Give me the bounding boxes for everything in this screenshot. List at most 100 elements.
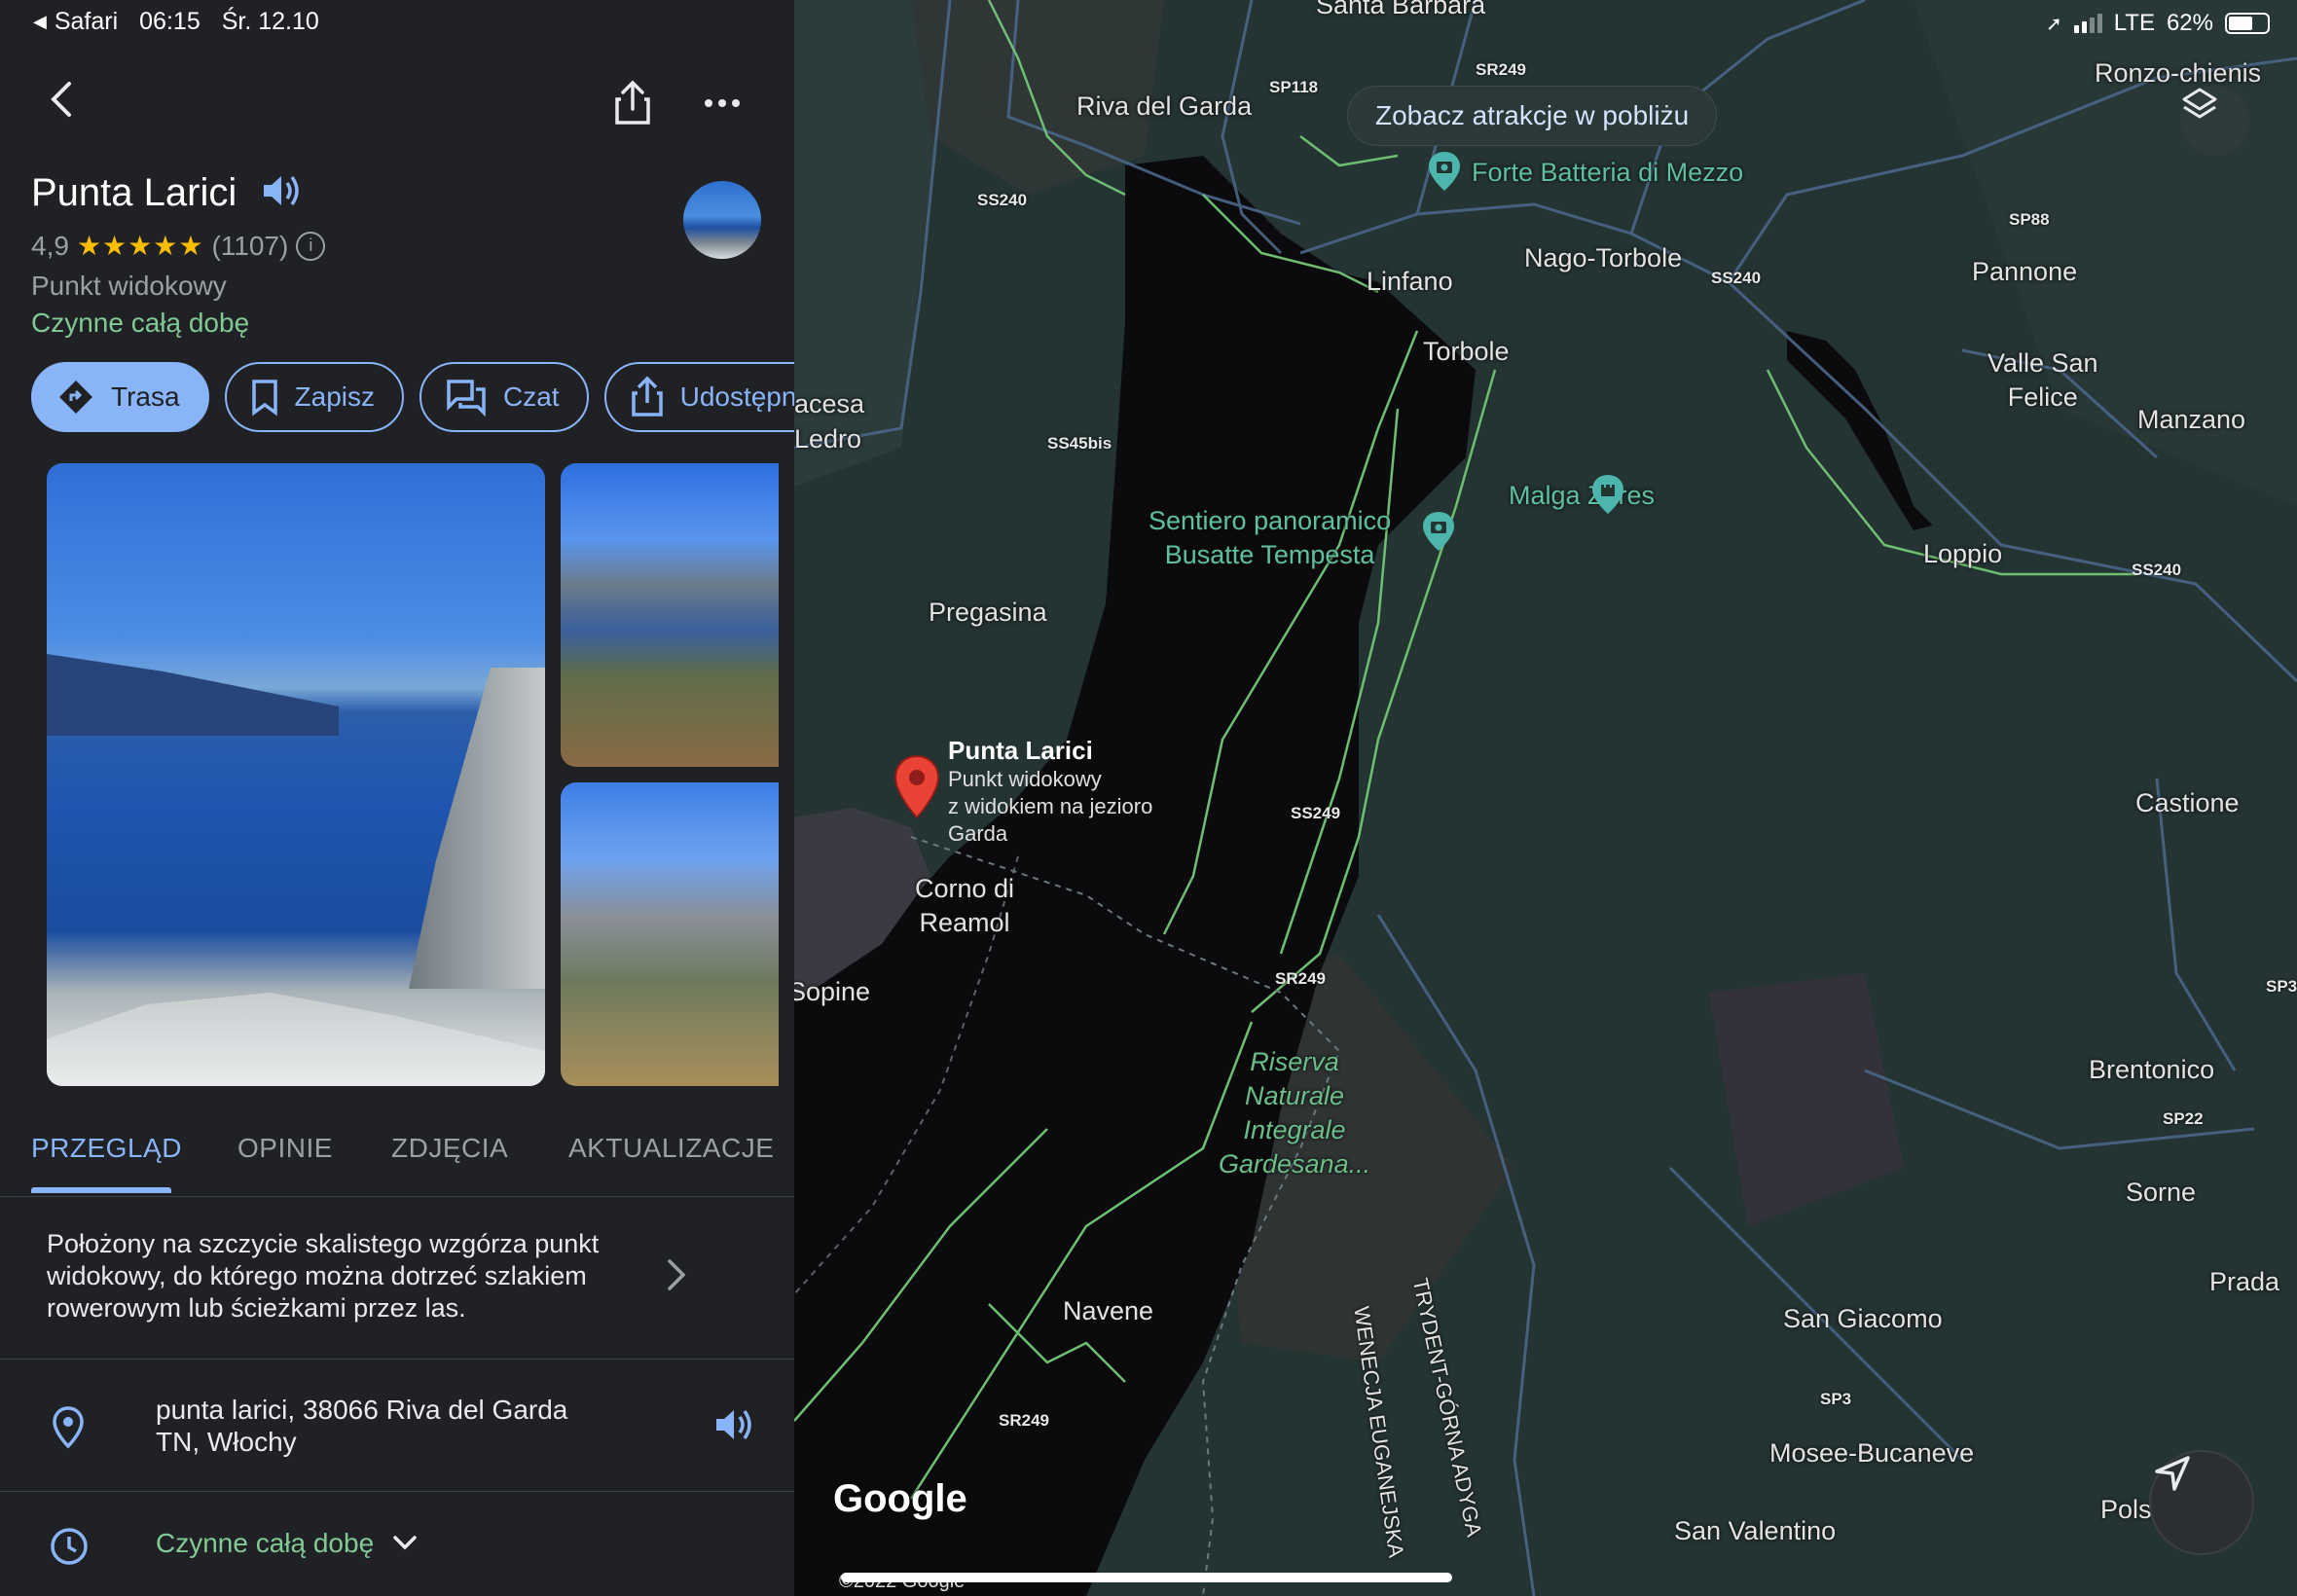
divider [0,1491,794,1492]
description[interactable]: Położony na szczycie skalistego wzgórza … [47,1228,650,1324]
photo-main[interactable] [47,463,545,1086]
back-app-label: Safari [54,8,119,35]
bookmark-icon [251,380,277,417]
rating-row: 4,9 ★★★★★ (1107) i [31,230,326,262]
back-button[interactable] [35,74,86,125]
road-label-sp3-edge: SP3 [2266,977,2297,996]
photo-secondary-1[interactable] [561,463,779,767]
map-label-mosee[interactable]: Mosee-Bucaneve [1769,1436,1974,1470]
map-label-valle-line2: Felice [2007,382,2078,412]
map-label-manzano[interactable]: Manzano [2137,403,2245,437]
photo-secondary-2[interactable] [561,782,779,1086]
share-chip-icon [631,376,663,417]
tab-photos[interactable]: ZDJĘCIA [391,1133,508,1164]
camera-poi-icon[interactable] [1425,150,1464,193]
map-label-linfano[interactable]: Linfano [1367,265,1453,299]
pin-sub2: z widokiem na jezioro [948,794,1153,818]
road-label-sp118: SP118 [1269,78,1319,96]
pin-sub3: Garda [948,821,1008,846]
road-label-sp22: SP22 [2163,1109,2204,1128]
map-label-loppio[interactable]: Loppio [1923,537,2002,571]
map-label-nago[interactable]: Nago-Torbole [1524,241,1682,275]
map-label-pregasina[interactable]: Pregasina [929,596,1047,630]
map-label-brentonico[interactable]: Brentonico [2089,1053,2214,1087]
map-label-castione[interactable]: Castione [2135,786,2240,820]
photo-ridge [47,654,339,736]
tab-reviews[interactable]: OPINIE [237,1133,333,1164]
map-label-forte[interactable]: Forte Batteria di Mezzo [1472,156,1743,190]
map-view[interactable]: Santa Barbara Ronzo-chienis Riva del Gar… [794,0,2297,1596]
place-thumbnail[interactable] [683,181,761,259]
divider [0,1359,794,1360]
map-label-pannone[interactable]: Pannone [1972,255,2077,289]
panel-toolbar [0,68,794,146]
chevron-right-icon[interactable] [662,1255,691,1299]
map-label-corno[interactable]: Corno di Reamol [915,872,1014,940]
nearby-attractions-button[interactable]: Zobacz atrakcje w pobliżu [1347,86,1718,146]
camera-poi-icon[interactable] [1419,510,1458,553]
map-label-riserva-line2: Naturale [1245,1081,1345,1110]
place-panel: Punta Larici 4,9 ★★★★★ (1107) i Punkt wi… [0,0,794,1596]
directions-button[interactable]: Trasa [31,362,209,432]
back-to-app[interactable]: ◀ Safari [33,8,118,36]
map-label-sorne[interactable]: Sorne [2126,1176,2196,1210]
map-label-santa-barbara[interactable]: Santa Barbara [1316,0,1485,22]
map-layers-button[interactable] [2180,86,2250,156]
map-label-sentiero[interactable]: Sentiero panoramico Busatte Tempesta [1148,504,1391,572]
landmark-poi-icon[interactable] [1588,473,1627,516]
directions-icon [59,381,92,414]
info-icon[interactable]: i [296,231,326,261]
review-count[interactable]: (1107) [211,231,288,262]
photo-gallery [47,463,779,1086]
address-speaker-icon[interactable] [712,1405,755,1449]
map-label-ledro[interactable]: Ledro [794,422,861,456]
more-options-button[interactable] [697,78,747,128]
map-label-ronzo[interactable]: Ronzo-chienis [2095,56,2261,91]
rating-value: 4,9 [31,230,69,261]
share-top-button[interactable] [607,78,658,128]
status-time: 06:15 [139,8,201,35]
tab-updates[interactable]: AKTUALIZACJE [568,1133,774,1164]
speaker-icon[interactable] [260,171,303,215]
chat-icon [447,380,486,417]
map-label-valle[interactable]: Valle San Felice [1987,346,2098,415]
road-label-ss249: SS249 [1291,804,1341,822]
chat-label: Czat [503,381,560,412]
selected-place-label[interactable]: Punta Larici Punkt widokowy z widokiem n… [948,736,1152,848]
map-label-torbole[interactable]: Torbole [1423,335,1510,369]
map-label-sentiero-line2: Busatte Tempesta [1164,540,1375,569]
chat-button[interactable]: Czat [419,362,589,432]
map-label-riva[interactable]: Riva del Garda [1076,90,1252,124]
chevron-down-icon[interactable] [391,1534,419,1553]
address-row[interactable]: punta larici, 38066 Riva del Garda TN, W… [0,1360,794,1491]
map-label-navene[interactable]: Navene [1063,1294,1153,1328]
location-arrow-icon: ➚ [2045,13,2062,35]
pin-sub1: Punkt widokowy [948,767,1102,791]
my-location-button[interactable] [2149,1450,2254,1555]
home-indicator[interactable] [841,1573,1452,1582]
road-label-sp3: SP3 [1820,1390,1852,1408]
back-triangle-icon: ◀ [33,12,47,31]
road-label-ss240-b: SS240 [1711,269,1762,287]
map-label-san-valentino[interactable]: San Valentino [1674,1514,1836,1548]
map-label-prada[interactable]: Prada [2209,1265,2279,1299]
share-button[interactable]: Udostępnij [603,362,794,432]
selected-place-pin-icon[interactable] [892,753,942,821]
map-label-acesa[interactable]: acesa [794,387,864,421]
tab-overview[interactable]: PRZEGLĄD [31,1133,182,1164]
navigation-arrow-icon [2155,1456,2190,1491]
save-button[interactable]: Zapisz [224,362,405,432]
road-label-sr249-mid: SR249 [1275,969,1326,988]
signal-icon [2073,14,2102,33]
directions-label: Trasa [111,381,180,412]
address-line1: punta larici, 38066 Riva del Garda [156,1395,568,1425]
pin-title: Punta Larici [948,736,1093,765]
map-label-san-giacomo[interactable]: San Giacomo [1783,1302,1943,1336]
map-label-riserva-line4: Gardesana... [1219,1149,1371,1179]
map-label-malga[interactable]: Malga Zures [1509,479,1655,513]
hours-row[interactable]: Czynne całą dobę [0,1493,794,1596]
map-label-riserva[interactable]: Riserva Naturale Integrale Gardesana... [1219,1045,1370,1181]
map-label-sopine[interactable]: Sopine [794,975,870,1009]
hours-text: Czynne całą dobę [156,1528,419,1559]
rating-stars: ★★★★★ [76,231,204,261]
